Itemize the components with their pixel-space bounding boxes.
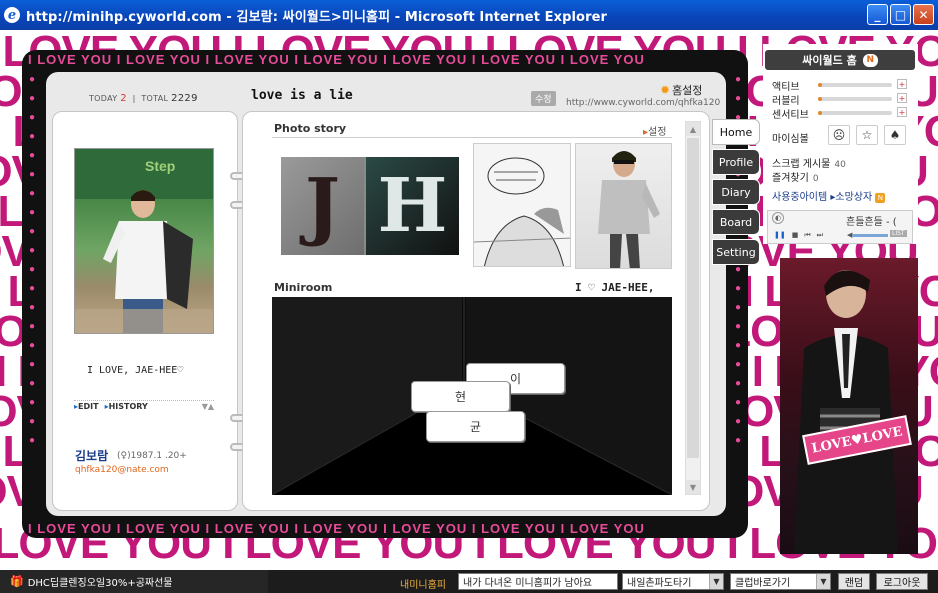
plus-icon[interactable]: + <box>897 79 907 89</box>
next-icon[interactable]: ⏭ <box>817 231 823 240</box>
frame-ring-dots: ●●●●●●●●●●●●●●●●●●●● <box>28 74 36 446</box>
badge-icon[interactable]: ♠ <box>884 125 906 145</box>
prev-icon[interactable]: ⏮ <box>804 231 810 240</box>
sun-icon: ✹ <box>660 83 671 97</box>
edit-link[interactable]: ▸EDIT <box>74 402 99 411</box>
miniroom-title: Miniroom <box>274 281 333 294</box>
photo-jh-letters[interactable]: J H <box>281 157 459 255</box>
photo-setting-link[interactable]: ▸설정 <box>643 123 666 138</box>
tab-home[interactable]: Home <box>712 119 760 145</box>
club-select[interactable]: 클럽바로가기 ▼ <box>730 573 831 590</box>
plus-icon[interactable]: + <box>897 107 907 117</box>
stop-icon[interactable]: ■ <box>792 231 799 240</box>
logout-button[interactable]: 로그아웃 <box>876 573 928 590</box>
minihp-url[interactable]: http://www.cyworld.com/qhfka120 <box>566 98 720 108</box>
frame-ring-text: I LOVE YOU I LOVE YOU I LOVE YOU I LOVE … <box>28 52 645 67</box>
plus-icon[interactable]: + <box>897 93 907 103</box>
photo-man-walking[interactable] <box>575 143 672 269</box>
visited-minihp-field[interactable]: 내가 다녀온 미니홈피가 남아요 <box>458 573 618 590</box>
close-button[interactable]: ✕ <box>913 4 934 25</box>
ie-logo-icon: e <box>4 7 20 23</box>
photo-letter-j: J <box>281 157 364 255</box>
favorites-link[interactable]: 즐겨찾기 0 <box>772 169 819 184</box>
gift-icon: 🎁 <box>10 575 24 588</box>
history-link[interactable]: ▸HISTORY <box>105 402 148 411</box>
expand-arrows-icon[interactable]: ▼▲ <box>202 402 214 411</box>
photo-story-title: Photo story <box>274 122 347 135</box>
speaker-icon[interactable]: ◐ <box>772 212 784 224</box>
photo-letter-h: H <box>366 157 459 255</box>
stat-active-label: 액티브 <box>772 82 800 93</box>
frame-ring-text: I LOVE YOU I LOVE YOU I LOVE YOU I LOVE … <box>28 521 645 536</box>
profile-info: (♀)1987.1 .20+ <box>117 451 187 461</box>
volume-slider[interactable] <box>852 234 888 237</box>
speech-bubble[interactable]: 현 <box>411 381 510 412</box>
tab-setting[interactable]: Setting <box>712 239 760 265</box>
profile-photo: Step <box>74 148 214 334</box>
profile-email[interactable]: qhfka120@nate.com <box>75 465 169 475</box>
maximize-button[interactable]: □ <box>890 4 911 25</box>
visitor-counter: TODAY 2 | TOTAL 2229 <box>89 93 198 104</box>
stat-lovely-bar <box>818 97 892 101</box>
svg-text:Step: Step <box>145 158 175 174</box>
scroll-down-icon[interactable]: ▼ <box>686 480 700 494</box>
tab-board[interactable]: Board <box>712 209 760 235</box>
my-minihp-link[interactable]: 내미니홈피 <box>400 576 446 591</box>
sidebar-photo <box>780 258 918 554</box>
bgm-title: 흔들흔들 - ( <box>846 217 897 228</box>
stat-sensitive-bar <box>818 111 892 115</box>
window-titlebar[interactable]: e http://minihp.cyworld.com - 김보람: 싸이월드>… <box>0 0 938 30</box>
my-symbol-label: 마이심볼 <box>772 134 809 145</box>
promo-link[interactable]: 🎁 DHC딥클렌징오일30%+공짜선물 <box>0 570 268 593</box>
miniroom-caption: I ♡ JAE-HEE, <box>575 281 655 294</box>
home-setting-link[interactable]: ✹ 홈설정 <box>660 82 702 98</box>
profile-message: I LOVE, JAE-HEE♡ <box>87 365 184 376</box>
cyworld-home-button[interactable]: 싸이월드 홈 N <box>765 50 915 70</box>
stat-sensitive-label: 센서티브 <box>772 110 809 121</box>
title-edit-button[interactable]: 수정 <box>531 91 556 106</box>
divider <box>272 137 672 138</box>
speech-bubble[interactable]: 균 <box>426 411 525 442</box>
stat-active-bar <box>818 83 892 87</box>
scrap-link[interactable]: 스크랩 게시물 40 <box>772 155 846 170</box>
stat-lovely-label: 러블리 <box>772 96 800 107</box>
player-controls: ❚❚ ■ ⏮ ⏭ ◀ <box>774 231 852 240</box>
profile-name[interactable]: 김보람 <box>75 447 108 464</box>
profile-links: ▸EDIT ▸HISTORY ▼▲ <box>74 400 214 411</box>
main-scrollbar[interactable]: ▲ ▼ <box>685 121 701 495</box>
window-title: http://minihp.cyworld.com - 김보람: 싸이월드>미니… <box>26 9 608 25</box>
ilchon-select[interactable]: 내일촌파도타기 ▼ <box>622 573 724 590</box>
tab-profile[interactable]: Profile <box>712 149 760 175</box>
chevron-down-icon[interactable]: ▼ <box>816 574 830 589</box>
pause-icon[interactable]: ❚❚ <box>774 231 786 240</box>
photo-manga[interactable] <box>473 143 571 267</box>
star-face-icon[interactable]: ☆ <box>856 125 878 145</box>
new-badge: N <box>862 53 878 67</box>
random-button[interactable]: 랜덤 <box>838 573 870 590</box>
face-icon[interactable]: ☹ <box>828 125 850 145</box>
playlist-button[interactable]: LIST <box>890 230 907 237</box>
minimize-button[interactable]: _ <box>867 4 888 25</box>
items-link[interactable]: 사용중아이템 ▸소망상자 N <box>772 188 886 203</box>
scroll-up-icon[interactable]: ▲ <box>686 122 700 136</box>
chevron-down-icon[interactable]: ▼ <box>709 574 723 589</box>
minihp-title: love is a lie <box>251 88 353 103</box>
scroll-thumb[interactable] <box>687 138 699 458</box>
tab-diary[interactable]: Diary <box>712 179 760 205</box>
